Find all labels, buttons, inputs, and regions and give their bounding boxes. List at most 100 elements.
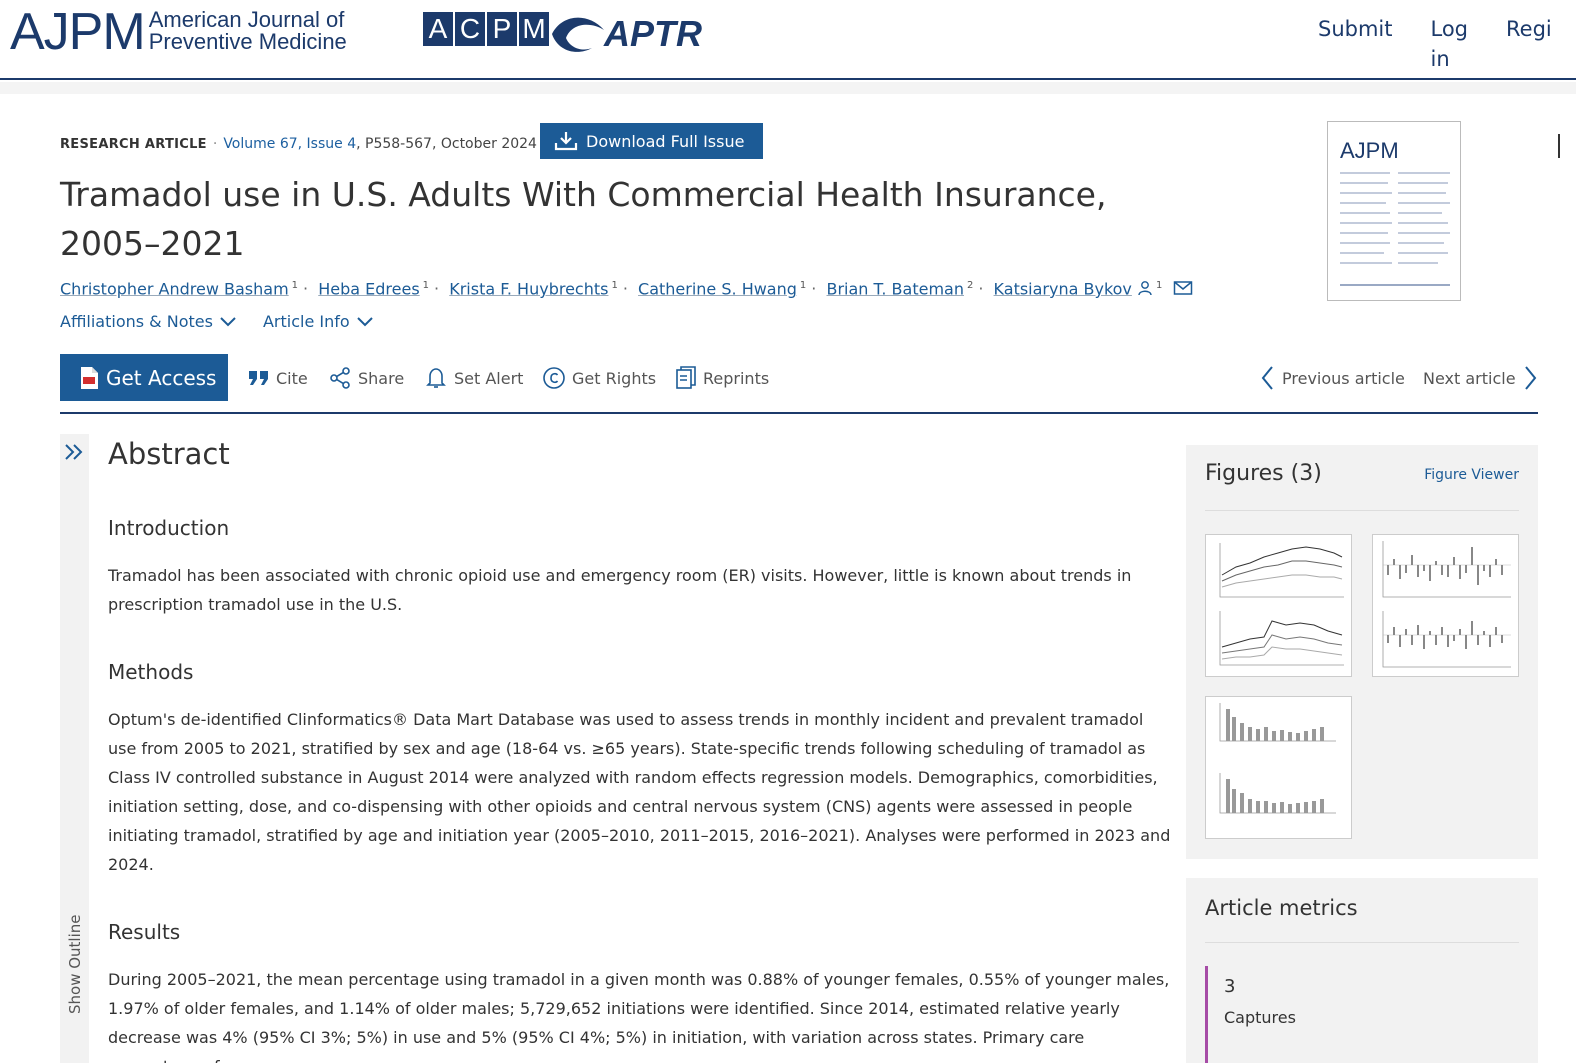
author-separator: ·	[622, 279, 628, 299]
author-link[interactable]: Christopher Andrew Basham	[60, 279, 289, 298]
author-sup: 1	[422, 280, 430, 291]
results-heading: Results	[108, 920, 181, 944]
article-info-label: Article Info	[262, 312, 350, 331]
affiliations-toggle[interactable]: Affiliations & Notes	[60, 312, 237, 331]
acpm-letter: C	[455, 12, 485, 46]
chevron-down-icon	[356, 316, 373, 326]
share-button[interactable]: Share	[328, 364, 404, 392]
get-rights-button[interactable]: Get Rights	[542, 364, 656, 392]
ajpm-sub-line2: Preventive Medicine	[148, 29, 347, 54]
next-article-label: Next article	[1423, 368, 1516, 388]
abstract-heading: Abstract	[108, 437, 230, 471]
author-sup: 1	[291, 280, 299, 291]
register-link[interactable]: Regi	[1506, 14, 1552, 74]
submit-link[interactable]: Submit	[1318, 14, 1393, 74]
article-title: Tramadol use in U.S. Adults With Commerc…	[60, 175, 1107, 263]
chevron-right-icon	[1524, 366, 1536, 390]
get-access-button[interactable]: Get Access	[60, 354, 228, 401]
author-separator: ·	[811, 279, 817, 299]
pdf-icon	[81, 366, 98, 389]
author-separator: ·	[434, 279, 440, 299]
bar-chart-thumbnail-icon	[1382, 541, 1511, 668]
download-icon	[554, 132, 578, 151]
previous-article-label: Previous article	[1282, 368, 1405, 388]
previous-article-link[interactable]: Previous article	[1260, 364, 1405, 392]
line-chart-thumbnail-icon	[1219, 543, 1344, 666]
author-list: Christopher Andrew Basham 1 · Heba Edrees 1…	[60, 274, 1193, 301]
acpm-letter: M	[519, 12, 549, 46]
show-outline-toggle[interactable]: Show Outline	[60, 434, 89, 1063]
reprints-label: Reprints	[703, 368, 770, 388]
article-info-toggle[interactable]: Article Info	[263, 312, 374, 331]
show-outline-label: Show Outline	[66, 914, 84, 1014]
acpm-letter: A	[423, 12, 453, 46]
captures-metric: 3 Captures	[1205, 966, 1355, 1063]
author-sup: 2	[966, 280, 974, 291]
figure-thumbnail[interactable]	[1205, 696, 1352, 839]
site-header: AJPM American Journal of Preventive Medi…	[0, 0, 1576, 80]
reprints-button[interactable]: Reprints	[675, 364, 769, 392]
ajpm-logo-letters: AJPM	[10, 3, 146, 61]
figures-divider	[1205, 510, 1519, 511]
cite-label: Cite	[276, 368, 308, 388]
pages-date: , P558-567, October 2024	[356, 136, 537, 152]
aptr-logo-text[interactable]: APTR	[604, 14, 702, 54]
article-type: RESEARCH ARTICLE	[60, 137, 207, 152]
acpm-letter: P	[487, 12, 517, 46]
author-link[interactable]: Catherine S. Hwang	[638, 279, 797, 298]
cite-button[interactable]: Cite	[248, 364, 308, 392]
figure-thumbnail[interactable]	[1205, 534, 1352, 677]
ajpm-sub-line1: American Journal of	[148, 7, 345, 32]
introduction-heading: Introduction	[108, 516, 230, 540]
download-full-issue-button[interactable]: Download Full Issue	[540, 123, 763, 159]
figure-viewer-link[interactable]: Figure Viewer	[1424, 467, 1519, 483]
share-label: Share	[358, 368, 405, 388]
author-sup: 1	[611, 280, 618, 291]
get-rights-label: Get Rights	[572, 368, 657, 388]
article-toolbar: Get Access Cite Share Set Alert Get Righ…	[60, 354, 1538, 414]
ajpm-logo[interactable]: AJPM American Journal of Preventive Medi…	[10, 6, 347, 58]
login-link[interactable]: Log in	[1431, 14, 1469, 74]
page-edge-marker	[1558, 134, 1560, 158]
methods-heading: Methods	[108, 660, 194, 684]
methods-text: Optum's de-identified Clinformatics® Dat…	[108, 710, 1171, 874]
cover-title: AJPM	[1340, 138, 1399, 163]
figure-thumbnail[interactable]	[1372, 534, 1519, 677]
author-sup: 1	[799, 280, 807, 291]
author-link[interactable]: Krista F. Huybrechts	[449, 279, 608, 298]
chevron-down-icon	[220, 316, 236, 326]
get-access-label: Get Access	[106, 365, 217, 390]
aptr-wave-icon	[552, 17, 604, 52]
issue-cover-image[interactable]: AJPM	[1327, 121, 1461, 301]
set-alert-label: Set Alert	[454, 368, 524, 388]
author-separator: ·	[978, 279, 984, 299]
author-sup: 1	[1156, 280, 1163, 291]
reprints-icon	[676, 366, 696, 389]
author-link[interactable]: Brian T. Bateman	[826, 279, 964, 298]
metrics-divider	[1205, 942, 1519, 943]
bar-chart-thumbnail-icon	[1219, 703, 1336, 814]
next-article-link[interactable]: Next article	[1423, 364, 1538, 392]
results-text: During 2005–2021, the mean percentage us…	[108, 970, 1170, 1063]
captures-label: Captures	[1224, 1008, 1296, 1027]
volume-link[interactable]: Volume 67, Issue 4	[223, 136, 356, 152]
affiliations-label: Affiliations & Notes	[60, 312, 213, 331]
person-icon	[1138, 281, 1152, 296]
meta-separator: ·	[212, 136, 218, 152]
article-info-links: Affiliations & Notes Article Info	[60, 312, 400, 331]
double-chevron-right-icon	[65, 444, 83, 460]
top-nav: Submit Log in Regi	[1318, 14, 1576, 74]
author-link[interactable]: Heba Edrees	[318, 279, 419, 298]
ajpm-logo-subtitle: American Journal of Preventive Medicine	[149, 9, 347, 53]
header-band	[0, 82, 1576, 94]
mail-icon[interactable]	[1173, 280, 1193, 296]
chevron-left-icon	[1261, 366, 1273, 390]
article-metrics-panel: Article metrics 3 Captures	[1186, 878, 1538, 1063]
author-separator: ·	[303, 279, 309, 299]
download-label: Download Full Issue	[586, 131, 745, 151]
acpm-logo[interactable]: A C P M	[423, 12, 551, 46]
set-alert-button[interactable]: Set Alert	[424, 364, 523, 392]
author-link[interactable]: Katsiaryna Bykov	[994, 279, 1132, 298]
bell-icon	[426, 368, 446, 388]
figures-panel: Figures (3) Figure Viewer	[1186, 445, 1538, 859]
